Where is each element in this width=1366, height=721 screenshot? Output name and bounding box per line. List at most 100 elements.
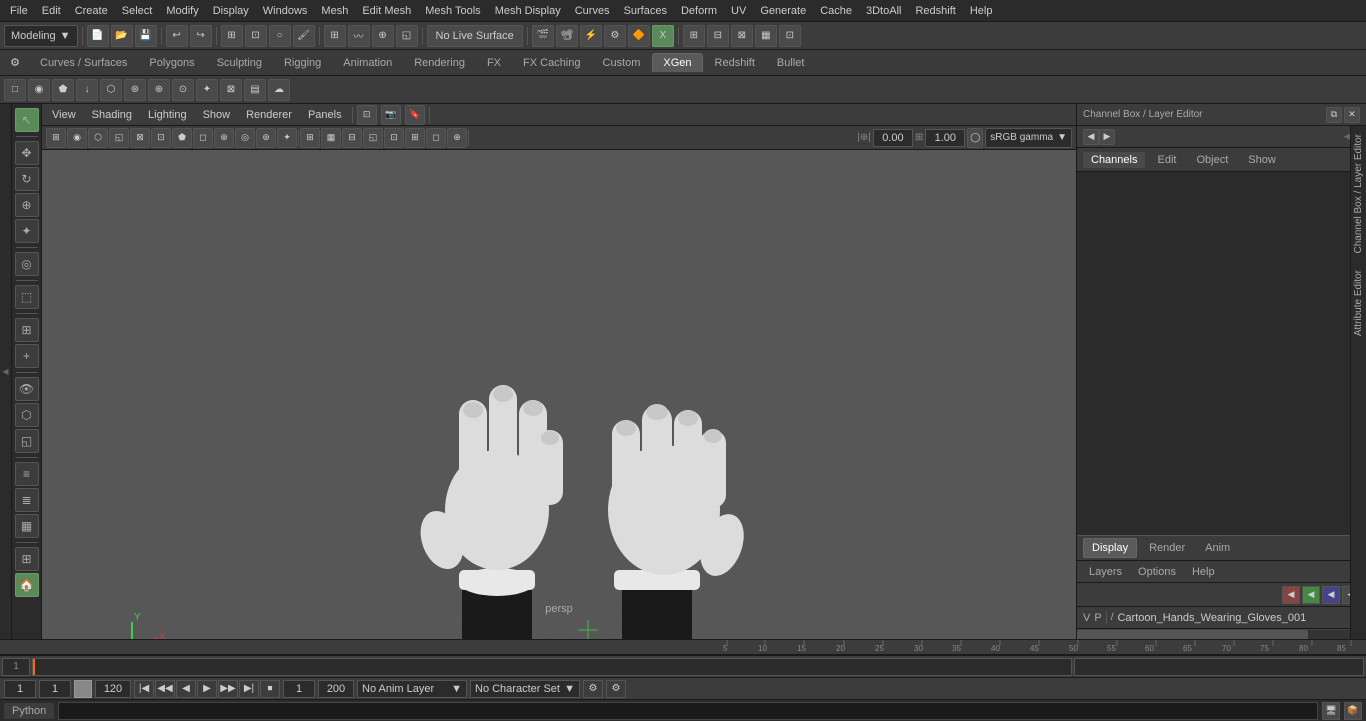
camera-select-btn[interactable]: 📷 <box>381 105 401 125</box>
select-by-component-btn[interactable]: ⊡ <box>245 25 267 47</box>
scale-tool-btn[interactable]: ⊕ <box>15 193 39 217</box>
menu-uv[interactable]: UV <box>725 3 752 19</box>
tab-custom[interactable]: Custom <box>593 54 651 72</box>
xgen-tool-9[interactable]: ✦ <box>196 79 218 101</box>
vp-icon-6[interactable]: ⊡ <box>151 128 171 148</box>
menu-generate[interactable]: Generate <box>754 3 812 19</box>
menu-mesh-tools[interactable]: Mesh Tools <box>419 3 486 19</box>
tab-rendering[interactable]: Rendering <box>404 54 475 72</box>
vp-icon-18[interactable]: ⊞ <box>405 128 425 148</box>
vp-icon-9[interactable]: ⊕ <box>214 128 234 148</box>
layout-btn-5[interactable]: ⊡ <box>779 25 801 47</box>
menu-mesh-display[interactable]: Mesh Display <box>489 3 567 19</box>
menu-display[interactable]: Display <box>207 3 255 19</box>
menu-edit[interactable]: Edit <box>36 3 67 19</box>
tab-sculpting[interactable]: Sculpting <box>207 54 272 72</box>
channel-nav-right[interactable]: ▶ <box>1099 129 1115 145</box>
dr-tab-render[interactable]: Render <box>1141 539 1193 557</box>
menu-cache[interactable]: Cache <box>814 3 858 19</box>
menu-select[interactable]: Select <box>116 3 159 19</box>
snap-to-surface-btn[interactable]: ◱ <box>396 25 418 47</box>
paint-select-btn[interactable]: 🖌 <box>293 25 315 47</box>
select-by-hierarchy-btn[interactable]: ⊞ <box>221 25 243 47</box>
lasso-select-btn[interactable]: ○ <box>269 25 291 47</box>
anim-start-input[interactable] <box>283 680 315 698</box>
vp-icon-13[interactable]: ⊞ <box>300 128 320 148</box>
vp-icon-20[interactable]: ⊕ <box>447 128 467 148</box>
ipr-btn[interactable]: ⚡ <box>580 25 602 47</box>
pb-step-back-btn[interactable]: ◀◀ <box>155 680 175 698</box>
layers-scrollbar[interactable] <box>1077 629 1366 639</box>
marquee-btn[interactable]: ⬚ <box>15 285 39 309</box>
vp-icon-12[interactable]: ✦ <box>277 128 297 148</box>
vp-icon-8[interactable]: ◻ <box>193 128 213 148</box>
snap-btn[interactable]: ⊞ <box>15 318 39 342</box>
pb-goto-end-btn[interactable]: ▶| <box>239 680 259 698</box>
menu-edit-mesh[interactable]: Edit Mesh <box>356 3 417 19</box>
pb-stop-btn[interactable]: ⏹ <box>260 680 280 698</box>
vp-icon-2[interactable]: ◉ <box>67 128 87 148</box>
tab-polygons[interactable]: Polygons <box>139 54 204 72</box>
layer-v-label[interactable]: V <box>1083 612 1090 624</box>
four-view-btn[interactable]: ⊞ <box>683 25 705 47</box>
channel-tab-channels[interactable]: Channels <box>1083 152 1145 168</box>
show-hide-btn[interactable]: 👁 <box>15 377 39 401</box>
move-tool-btn[interactable]: ✥ <box>15 141 39 165</box>
color-space-icon[interactable]: ◯ <box>967 128 983 148</box>
xgen-tool-1[interactable]: □ <box>4 79 26 101</box>
menu-windows[interactable]: Windows <box>257 3 314 19</box>
camera-offset-input[interactable] <box>873 129 913 147</box>
help-menu-item[interactable]: Help <box>1186 564 1221 580</box>
range-end-input[interactable] <box>95 680 131 698</box>
live-surface-btn[interactable]: No Live Surface <box>427 25 523 47</box>
viewport-menu-shading[interactable]: Shading <box>86 107 138 123</box>
xgen-tool-7[interactable]: ⊕ <box>148 79 170 101</box>
layers-menu-item[interactable]: Layers <box>1083 564 1128 580</box>
render-progress-icon[interactable]: 📦 <box>1344 702 1362 720</box>
vp-icon-4[interactable]: ◱ <box>109 128 129 148</box>
menu-create[interactable]: Create <box>69 3 114 19</box>
select-tool-btn[interactable]: ↖ <box>15 108 39 132</box>
anim-range-end-input[interactable] <box>318 680 354 698</box>
hypershade-btn[interactable]: 🔶 <box>628 25 650 47</box>
vp-icon-14[interactable]: ▦ <box>321 128 341 148</box>
pb-step-forward-btn[interactable]: ▶▶ <box>218 680 238 698</box>
tab-rigging[interactable]: Rigging <box>274 54 331 72</box>
vp-icon-10[interactable]: ◎ <box>235 128 255 148</box>
rotate-tool-btn[interactable]: ↻ <box>15 167 39 191</box>
tab-settings-icon[interactable]: ⚙ <box>6 54 24 72</box>
tab-fx[interactable]: FX <box>477 54 511 72</box>
channel-btn[interactable]: ≣ <box>15 488 39 512</box>
open-scene-btn[interactable]: 📂 <box>111 25 133 47</box>
menu-curves[interactable]: Curves <box>569 3 616 19</box>
viewport-menu-panels[interactable]: Panels <box>302 107 348 123</box>
camera-scale-input[interactable] <box>925 129 965 147</box>
new-scene-btn[interactable]: 📄 <box>87 25 109 47</box>
pb-play-back-btn[interactable]: ◀ <box>176 680 196 698</box>
soft-mod-btn[interactable]: ◎ <box>15 252 39 276</box>
render-current-btn[interactable]: 🎬 <box>532 25 554 47</box>
history-btn[interactable]: ⊞ <box>15 547 39 571</box>
menu-redshift[interactable]: Redshift <box>909 3 961 19</box>
snap-to-curve-btn[interactable]: 〰 <box>348 25 370 47</box>
vp-icon-15[interactable]: ⊟ <box>342 128 362 148</box>
viewport-menu-lighting[interactable]: Lighting <box>142 107 193 123</box>
xgen-tool-6[interactable]: ⊛ <box>124 79 146 101</box>
vp-icon-5[interactable]: ⊠ <box>130 128 150 148</box>
render-seq-btn[interactable]: 📽 <box>556 25 578 47</box>
current-frame-input[interactable] <box>4 680 36 698</box>
menu-help[interactable]: Help <box>964 3 999 19</box>
undo-btn[interactable]: ↩ <box>166 25 188 47</box>
layer-color-3[interactable]: ◀ <box>1322 586 1340 604</box>
xgen-tool-2[interactable]: ◉ <box>28 79 50 101</box>
tab-redshift[interactable]: Redshift <box>705 54 765 72</box>
vp-icon-7[interactable]: ⬟ <box>172 128 192 148</box>
vp-icon-16[interactable]: ◱ <box>363 128 383 148</box>
vp-icon-3[interactable]: ⬡ <box>88 128 108 148</box>
universal-tool-btn[interactable]: ✦ <box>15 219 39 243</box>
side-tab-attribute-editor[interactable]: Attribute Editor <box>1351 262 1366 344</box>
vp-icon-11[interactable]: ⊛ <box>256 128 276 148</box>
layer-color-1[interactable]: ◀ <box>1282 586 1300 604</box>
viewport-menu-view[interactable]: View <box>46 107 82 123</box>
right-panel-float-btn[interactable]: ⧉ <box>1326 107 1342 123</box>
